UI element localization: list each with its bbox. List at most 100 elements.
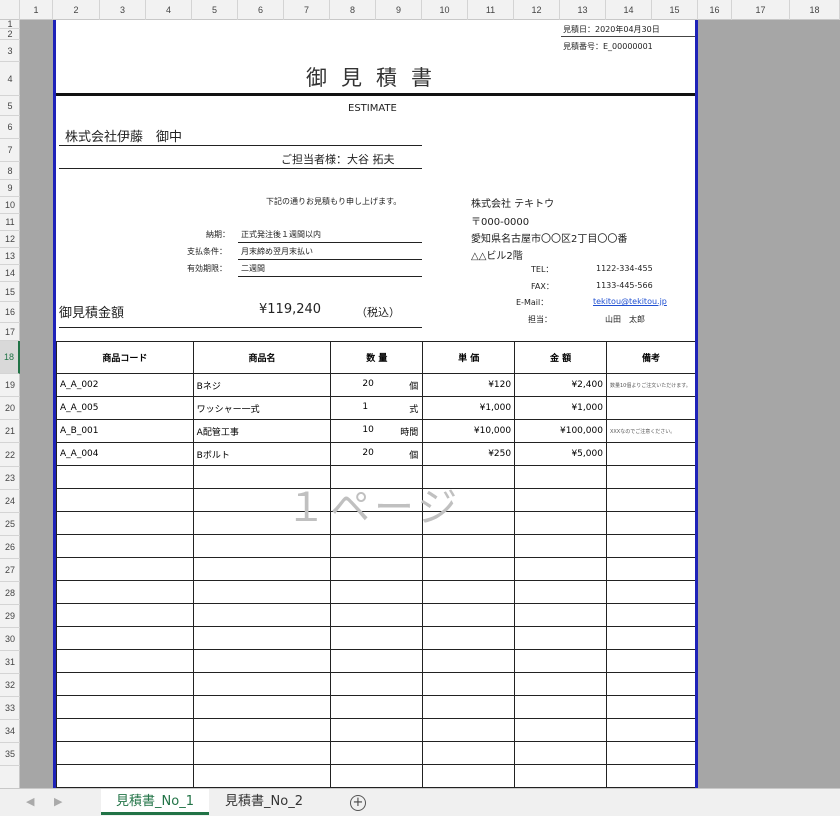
cell-amount[interactable]: ¥100,000 [514, 419, 607, 443]
column-header-cell[interactable]: 17 [732, 0, 790, 20]
row-header-cell[interactable]: 25 [0, 513, 20, 536]
empty-cell[interactable] [422, 534, 516, 558]
empty-cell[interactable] [514, 626, 607, 650]
empty-cell[interactable] [192, 649, 332, 673]
row-header-cell[interactable]: 14 [0, 265, 20, 282]
row-header-cell[interactable]: 20 [0, 397, 20, 420]
empty-cell[interactable] [514, 672, 607, 696]
column-header-cell[interactable]: 2 [53, 0, 100, 20]
row-header-cell[interactable]: 18 [0, 341, 20, 374]
row-header-cell[interactable]: 19 [0, 374, 20, 397]
scroll-left-icon[interactable]: ◀ [26, 795, 34, 808]
empty-cell[interactable] [330, 580, 424, 604]
column-header-cell[interactable]: 9 [376, 0, 422, 20]
cell-remarks[interactable]: XXXなのでご注意ください。 [605, 419, 695, 443]
row-header-cell[interactable]: 22 [0, 443, 20, 467]
empty-cell[interactable] [192, 741, 332, 765]
empty-cell[interactable] [422, 649, 516, 673]
empty-cell[interactable] [514, 603, 607, 627]
column-header-cell[interactable]: 1 [20, 0, 53, 20]
empty-cell[interactable] [56, 718, 194, 742]
empty-cell[interactable] [605, 695, 695, 719]
row-header-cell[interactable]: 33 [0, 697, 20, 720]
empty-cell[interactable] [514, 649, 607, 673]
row-header-cell[interactable]: 4 [0, 62, 20, 96]
empty-cell[interactable] [330, 626, 424, 650]
empty-cell[interactable] [514, 764, 607, 788]
email-link[interactable]: tekitou@tekitou.jp [593, 297, 667, 306]
row-header-cell[interactable]: 23 [0, 467, 20, 490]
row-header-cell[interactable]: 28 [0, 582, 20, 605]
cell-unit-price[interactable]: ¥250 [422, 442, 516, 466]
empty-cell[interactable] [330, 764, 424, 788]
row-header-cell[interactable]: 34 [0, 720, 20, 743]
empty-cell[interactable] [422, 603, 516, 627]
empty-cell[interactable] [605, 580, 695, 604]
empty-cell[interactable] [56, 557, 194, 581]
cell-code[interactable]: A_A_005 [56, 396, 194, 420]
cell-name[interactable]: A配管工事 [192, 419, 332, 443]
empty-cell[interactable] [330, 557, 424, 581]
empty-cell[interactable] [514, 741, 607, 765]
cell-qty[interactable]: 20 個 [330, 442, 424, 466]
empty-cell[interactable] [514, 511, 607, 535]
empty-cell[interactable] [192, 764, 332, 788]
row-header-cell[interactable]: 5 [0, 96, 20, 116]
cell-code[interactable]: A_A_004 [56, 442, 194, 466]
row-header-cell[interactable]: 13 [0, 248, 20, 265]
row-header-cell[interactable]: 17 [0, 323, 20, 341]
empty-cell[interactable] [514, 718, 607, 742]
row-header-cell[interactable]: 31 [0, 651, 20, 674]
empty-cell[interactable] [605, 488, 695, 512]
column-header-cell[interactable]: 18 [790, 0, 840, 20]
cell-unit-price[interactable]: ¥120 [422, 373, 516, 397]
row-header-cell[interactable]: 16 [0, 302, 20, 323]
cell-remarks[interactable] [605, 396, 695, 420]
cell-remarks[interactable] [605, 442, 695, 466]
empty-cell[interactable] [192, 557, 332, 581]
empty-cell[interactable] [56, 580, 194, 604]
cell-amount[interactable]: ¥5,000 [514, 442, 607, 466]
empty-cell[interactable] [330, 603, 424, 627]
cell-qty[interactable]: 1式 [330, 396, 424, 420]
row-header-cell[interactable]: 26 [0, 536, 20, 559]
cell-code[interactable]: A_A_002 [56, 373, 194, 397]
empty-cell[interactable] [422, 626, 516, 650]
empty-cell[interactable] [422, 764, 516, 788]
row-header-cell[interactable]: 32 [0, 674, 20, 697]
column-header-cell[interactable]: 10 [422, 0, 468, 20]
cell-remarks[interactable]: 数量10個よりご注文いただけます。 [605, 373, 695, 397]
row-header-cell[interactable]: 24 [0, 490, 20, 513]
empty-cell[interactable] [56, 672, 194, 696]
empty-cell[interactable] [605, 603, 695, 627]
cell-name[interactable]: Bネジ [192, 373, 332, 397]
empty-cell[interactable] [422, 741, 516, 765]
empty-cell[interactable] [605, 764, 695, 788]
empty-cell[interactable] [192, 718, 332, 742]
cell-qty[interactable]: 20 個 [330, 373, 424, 397]
empty-cell[interactable] [56, 741, 194, 765]
empty-cell[interactable] [514, 488, 607, 512]
cell-unit-price[interactable]: ¥10,000 [422, 419, 516, 443]
empty-cell[interactable] [605, 465, 695, 489]
add-sheet-icon[interactable]: + [350, 795, 366, 811]
row-header-cell[interactable]: 8 [0, 162, 20, 180]
column-header-cell[interactable]: 8 [330, 0, 376, 20]
empty-cell[interactable] [605, 741, 695, 765]
row-header-cell[interactable]: 3 [0, 40, 20, 62]
empty-cell[interactable] [330, 718, 424, 742]
empty-cell[interactable] [56, 465, 194, 489]
column-header-cell[interactable]: 11 [468, 0, 514, 20]
empty-cell[interactable] [56, 534, 194, 558]
empty-cell[interactable] [330, 534, 424, 558]
select-all-corner[interactable] [0, 0, 20, 20]
row-header-cell[interactable]: 35 [0, 743, 20, 766]
row-header-cell[interactable]: 11 [0, 214, 20, 231]
row-header-cell[interactable]: 1 [0, 19, 20, 29]
cell-qty[interactable]: 10 時間 [330, 419, 424, 443]
empty-cell[interactable] [605, 534, 695, 558]
empty-cell[interactable] [514, 580, 607, 604]
empty-cell[interactable] [330, 649, 424, 673]
empty-cell[interactable] [192, 580, 332, 604]
row-header-cell[interactable]: 21 [0, 420, 20, 443]
